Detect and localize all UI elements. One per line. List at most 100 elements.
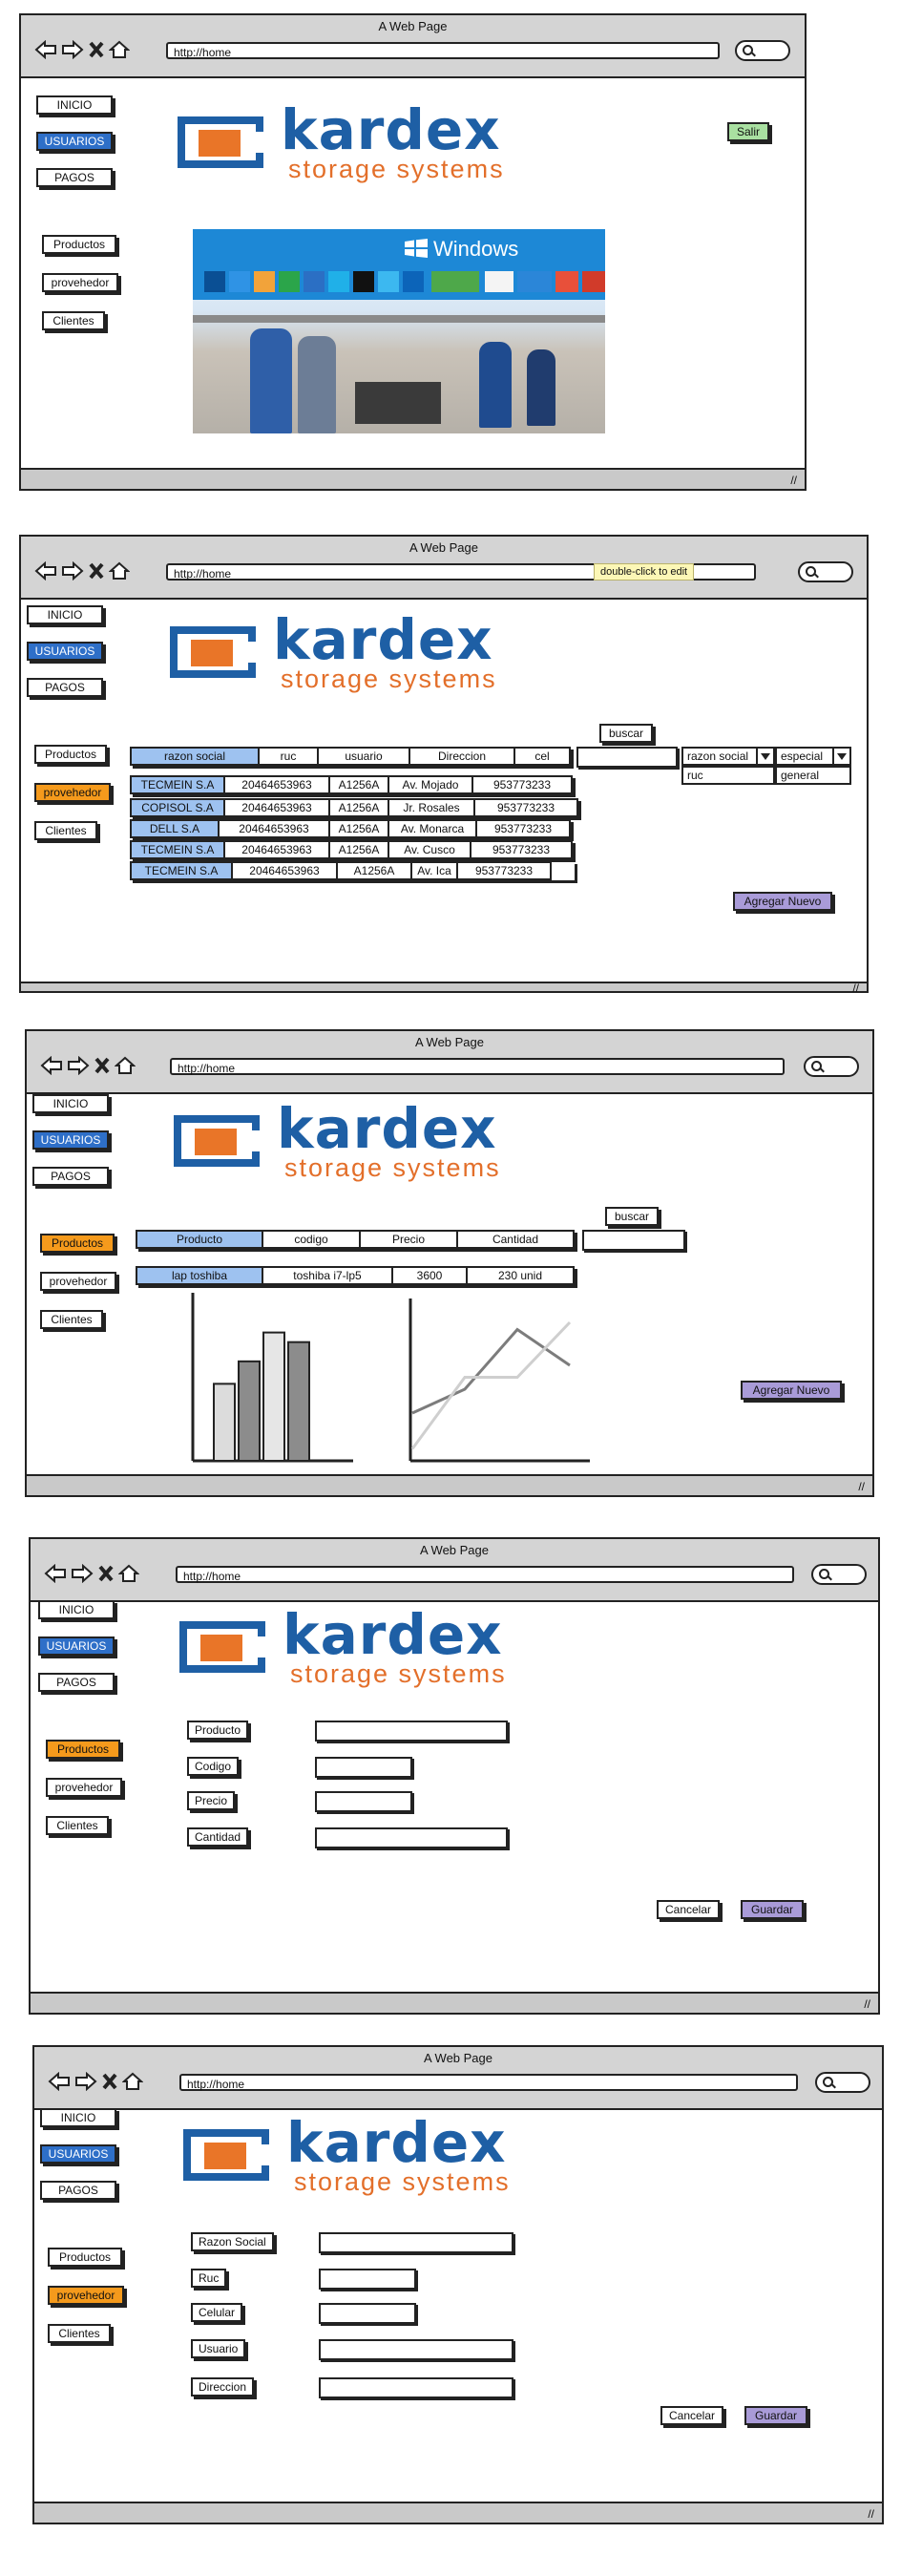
codigo-input[interactable]	[315, 1757, 412, 1778]
menu-usuarios[interactable]: USUARIOS	[38, 1636, 115, 1656]
chevron-down-icon[interactable]	[756, 749, 773, 764]
column-header[interactable]: Producto	[136, 1230, 263, 1249]
menu-inicio[interactable]: INICIO	[40, 2108, 116, 2127]
menu-pagos[interactable]: PAGOS	[40, 2181, 116, 2200]
salir-button[interactable]: Salir	[727, 122, 769, 141]
forward-icon[interactable]	[61, 40, 84, 59]
ruc-input[interactable]	[319, 2269, 416, 2290]
column-header[interactable]: cel	[513, 747, 571, 766]
resize-grip-icon[interactable]: //	[864, 1997, 870, 2011]
menu-pagos[interactable]: PAGOS	[32, 1167, 109, 1186]
column-header[interactable]: codigo	[262, 1230, 361, 1249]
menu-usuarios[interactable]: USUARIOS	[27, 642, 103, 661]
address-bar[interactable]: http://home	[170, 1058, 785, 1075]
menu-clientes[interactable]: Clientes	[42, 311, 105, 330]
menu-clientes[interactable]: Clientes	[40, 1310, 103, 1329]
table-row[interactable]: lap toshiba toshiba i7-lp5 3600 230 unid	[136, 1266, 575, 1285]
search-button[interactable]: buscar	[605, 1207, 659, 1226]
filter-select-2[interactable]: especial	[775, 747, 851, 766]
search-input[interactable]	[582, 1230, 685, 1251]
column-header[interactable]: usuario	[317, 747, 410, 766]
menu-clientes[interactable]: Clientes	[46, 1816, 109, 1835]
cantidad-input[interactable]	[315, 1827, 508, 1848]
column-header[interactable]: Direccion	[409, 747, 515, 766]
search-button[interactable]: buscar	[599, 724, 653, 743]
menu-inicio[interactable]: INICIO	[32, 1094, 109, 1113]
back-icon[interactable]	[34, 40, 57, 59]
forward-icon[interactable]	[67, 1056, 90, 1075]
menu-inicio[interactable]: INICIO	[38, 1600, 115, 1619]
back-icon[interactable]	[44, 1564, 67, 1583]
save-button[interactable]: Guardar	[744, 2406, 807, 2425]
close-icon[interactable]	[88, 561, 105, 581]
producto-input[interactable]	[315, 1721, 508, 1742]
menu-productos[interactable]: Productos	[48, 2248, 122, 2267]
column-header[interactable]: Precio	[359, 1230, 458, 1249]
close-icon[interactable]	[88, 40, 105, 59]
column-header[interactable]: razon social	[130, 747, 260, 766]
direccion-input[interactable]	[319, 2377, 513, 2398]
menu-usuarios[interactable]: USUARIOS	[36, 132, 113, 151]
forward-icon[interactable]	[74, 2072, 97, 2091]
menu-productos[interactable]: Productos	[40, 1234, 115, 1253]
menu-proveedor[interactable]: provehedor	[34, 783, 111, 802]
resize-grip-icon[interactable]: //	[868, 2507, 874, 2521]
menu-productos[interactable]: Productos	[34, 745, 107, 764]
save-button[interactable]: Guardar	[741, 1900, 804, 1919]
usuario-input[interactable]	[319, 2339, 513, 2360]
menu-usuarios[interactable]: USUARIOS	[40, 2144, 116, 2164]
menu-pagos[interactable]: PAGOS	[36, 168, 113, 187]
resize-grip-icon[interactable]: //	[852, 982, 859, 995]
add-new-button[interactable]: Agregar Nuevo	[741, 1381, 842, 1400]
menu-proveedor[interactable]: provehedor	[46, 1778, 122, 1797]
search-field[interactable]	[735, 40, 790, 61]
menu-proveedor[interactable]: provehedor	[40, 1272, 116, 1291]
home-icon[interactable]	[109, 561, 130, 581]
razon-social-input[interactable]	[319, 2232, 513, 2253]
resize-grip-icon[interactable]: //	[858, 1480, 865, 1493]
menu-inicio[interactable]: INICIO	[27, 605, 103, 624]
column-header[interactable]: ruc	[258, 747, 319, 766]
forward-icon[interactable]	[61, 561, 84, 581]
precio-input[interactable]	[315, 1791, 412, 1812]
search-field[interactable]	[804, 1056, 859, 1077]
chevron-down-icon[interactable]	[832, 749, 849, 764]
search-field[interactable]	[798, 561, 853, 582]
forward-icon[interactable]	[71, 1564, 94, 1583]
close-icon[interactable]	[97, 1564, 115, 1583]
search-field[interactable]	[815, 2072, 870, 2093]
close-icon[interactable]	[94, 1056, 111, 1075]
column-header[interactable]: Cantidad	[456, 1230, 575, 1249]
menu-clientes[interactable]: Clientes	[48, 2324, 111, 2343]
menu-clientes[interactable]: Clientes	[34, 821, 97, 840]
address-bar[interactable]: http://home	[166, 42, 720, 59]
home-icon[interactable]	[115, 1056, 136, 1075]
menu-productos[interactable]: Productos	[42, 235, 116, 254]
back-icon[interactable]	[48, 2072, 71, 2091]
search-input[interactable]	[576, 747, 678, 768]
table-row[interactable]: COPISOL S.A 20464653963 A1256A Jr. Rosal…	[130, 798, 578, 817]
menu-proveedor[interactable]: provehedor	[42, 273, 118, 292]
table-row[interactable]: TECMEIN S.A 20464653963 A1256A Av. Ica 9…	[130, 861, 575, 880]
resize-grip-icon[interactable]: //	[790, 474, 797, 487]
address-bar[interactable]: http://home	[176, 1566, 794, 1583]
celular-input[interactable]	[319, 2303, 416, 2324]
search-field[interactable]	[811, 1564, 867, 1585]
menu-productos[interactable]: Productos	[46, 1740, 120, 1759]
menu-inicio[interactable]: INICIO	[36, 95, 113, 115]
table-row[interactable]: DELL S.A 20464653963 A1256A Av. Monarca …	[130, 819, 571, 838]
menu-pagos[interactable]: PAGOS	[27, 678, 103, 697]
menu-pagos[interactable]: PAGOS	[38, 1673, 115, 1692]
home-icon[interactable]	[122, 2072, 143, 2091]
menu-proveedor[interactable]: provehedor	[48, 2286, 124, 2305]
add-new-button[interactable]: Agregar Nuevo	[733, 892, 832, 911]
back-icon[interactable]	[40, 1056, 63, 1075]
cancel-button[interactable]: Cancelar	[660, 2406, 723, 2425]
address-bar[interactable]: http://home	[179, 2074, 798, 2091]
home-icon[interactable]	[109, 40, 130, 59]
menu-usuarios[interactable]: USUARIOS	[32, 1130, 109, 1150]
table-row[interactable]: TECMEIN S.A 20464653963 A1256A Av. Mojad…	[130, 775, 573, 794]
filter-1-option[interactable]: ruc	[681, 766, 775, 785]
home-icon[interactable]	[118, 1564, 139, 1583]
close-icon[interactable]	[101, 2072, 118, 2091]
